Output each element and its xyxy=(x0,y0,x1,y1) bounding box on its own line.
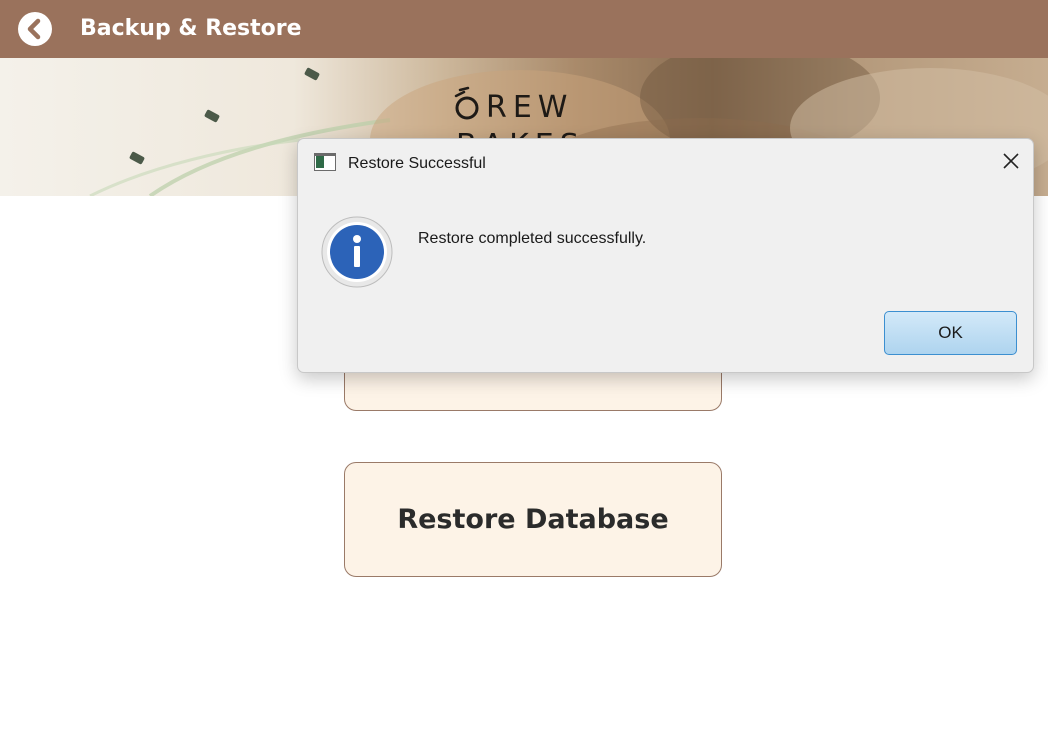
back-button[interactable] xyxy=(18,12,52,46)
logo-swirl-icon xyxy=(454,86,479,120)
restore-database-button[interactable]: Restore Database xyxy=(344,462,722,577)
close-icon xyxy=(1003,153,1019,169)
chevron-left-circle-icon xyxy=(27,18,41,40)
dialog-close-button[interactable] xyxy=(993,143,1029,179)
restore-success-dialog: Restore Successful Restore completed suc… xyxy=(297,138,1034,373)
page-title: Backup & Restore xyxy=(80,16,302,41)
brand-logo-text: REW xyxy=(486,90,574,125)
dialog-title: Restore Successful xyxy=(348,155,486,172)
dialog-message: Restore completed successfully. xyxy=(418,230,647,247)
top-bar: Backup & Restore xyxy=(0,0,1048,58)
ok-button[interactable]: OK xyxy=(884,311,1017,355)
information-icon xyxy=(321,216,393,288)
window-app-icon xyxy=(314,153,336,171)
